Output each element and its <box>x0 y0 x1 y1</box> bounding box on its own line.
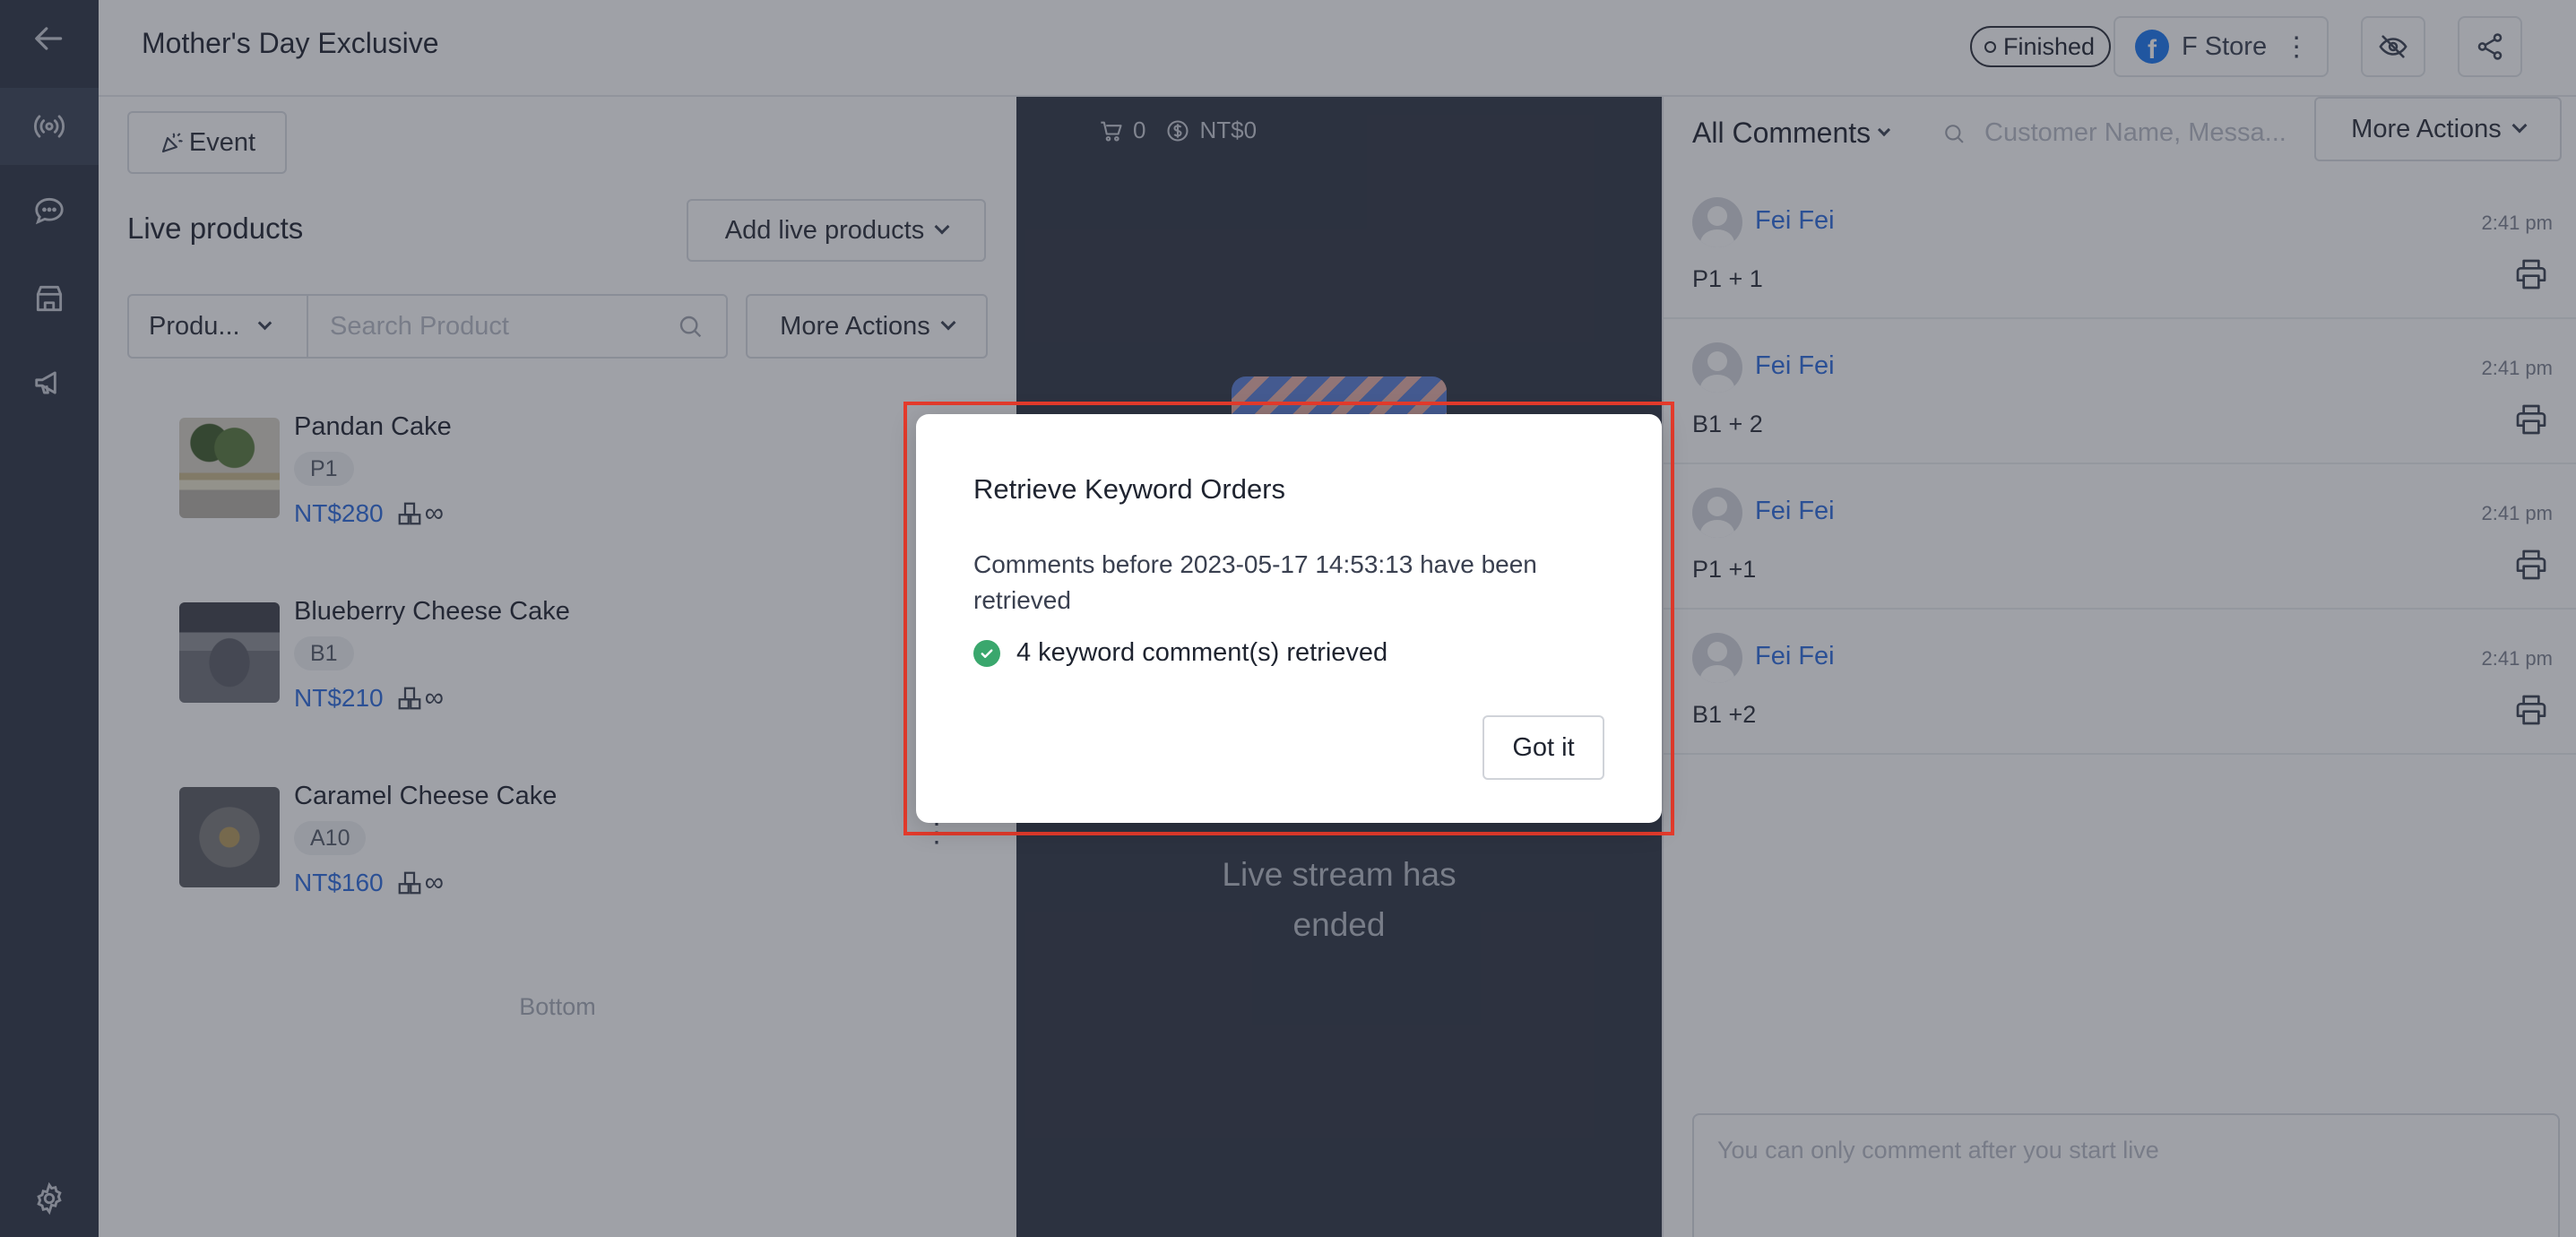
dialog-result: 4 keyword comment(s) retrieved <box>973 638 1387 668</box>
dialog-result-text: 4 keyword comment(s) retrieved <box>1016 638 1388 667</box>
check-circle-icon <box>973 639 1000 667</box>
dialog-title: Retrieve Keyword Orders <box>973 473 1286 505</box>
dialog-message: Comments before 2023-05-17 14:53:13 have… <box>973 550 1537 614</box>
got-it-button[interactable]: Got it <box>1482 715 1604 780</box>
retrieve-keyword-orders-dialog: Retrieve Keyword Orders Comments before … <box>916 414 1662 823</box>
